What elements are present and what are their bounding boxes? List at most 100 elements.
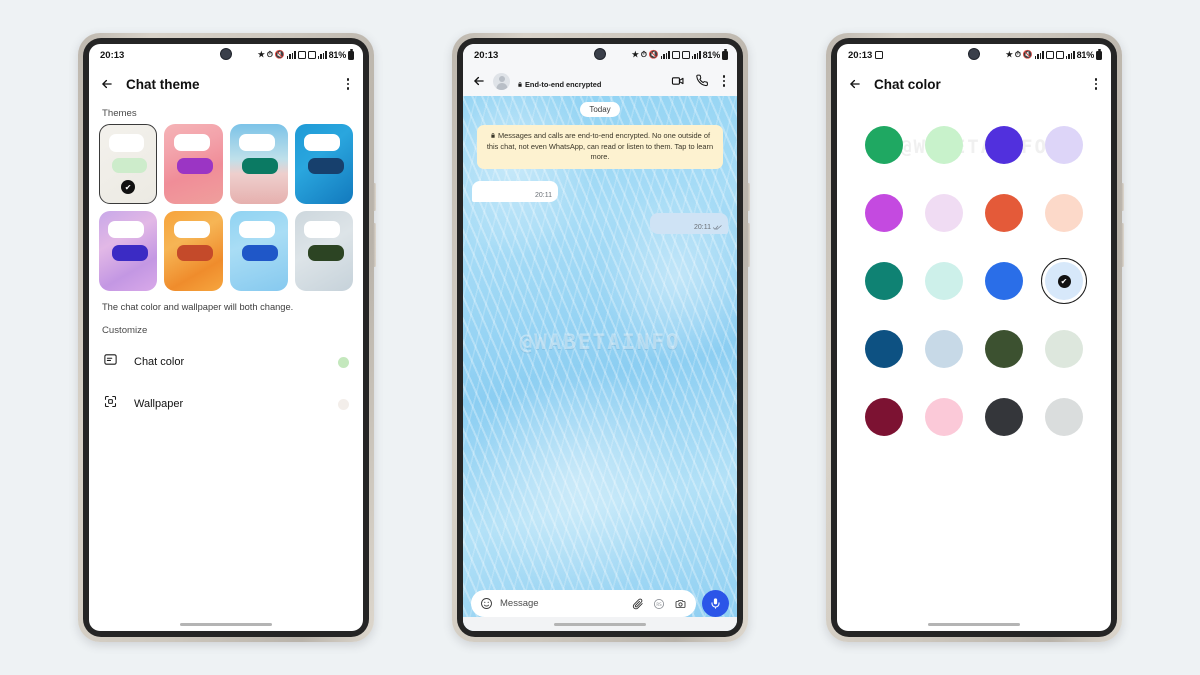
- back-arrow-icon[interactable]: [100, 77, 114, 91]
- color-cell: [914, 320, 974, 378]
- color-cell: [914, 252, 974, 310]
- color-cell: ✔: [1034, 252, 1094, 310]
- color-swatch-orchid-purple[interactable]: [865, 194, 903, 232]
- page-title: Chat theme: [126, 76, 200, 92]
- customize-section-label: Customize: [102, 325, 148, 336]
- color-swatch-navy-blue[interactable]: [865, 330, 903, 368]
- theme-tile[interactable]: [294, 124, 353, 204]
- color-swatch-wine-maroon[interactable]: [865, 398, 903, 436]
- color-cell: [974, 320, 1034, 378]
- theme-tile[interactable]: [229, 124, 288, 204]
- row-wallpaper-label: Wallpaper: [134, 398, 184, 410]
- status-time: 20:13: [474, 49, 499, 61]
- color-swatch-lavender-pale[interactable]: [1045, 126, 1083, 164]
- color-swatch-terracotta-red[interactable]: [985, 194, 1023, 232]
- theme-bubble-outgoing: [177, 244, 214, 261]
- camera-punch-hole: [220, 48, 232, 60]
- color-swatch-aqua-pale[interactable]: [925, 262, 963, 300]
- video-call-icon[interactable]: [671, 74, 685, 88]
- phone2-screen: 20:13 ★ ⏱ 🔇 81% End-to-end encrypted Tod…: [463, 44, 737, 631]
- battery-icon: [348, 49, 354, 60]
- color-cell: [914, 388, 974, 446]
- volume-button[interactable]: [373, 183, 376, 211]
- contact-avatar[interactable]: [493, 72, 510, 90]
- chat-color-swatch[interactable]: [338, 356, 349, 368]
- theme-bubble-outgoing: [111, 244, 148, 261]
- signal-bars-2-icon: [1065, 51, 1075, 59]
- sticker-icon[interactable]: RS: [653, 598, 665, 610]
- color-swatch-powder-blue[interactable]: [925, 330, 963, 368]
- more-options-icon[interactable]: [344, 76, 352, 91]
- color-swatch-lilac-pale[interactable]: [925, 194, 963, 232]
- message-input-pill[interactable]: Message RS: [471, 590, 696, 617]
- color-swatch-emerald-green[interactable]: [865, 126, 903, 164]
- back-arrow-icon[interactable]: [848, 77, 862, 91]
- more-options-icon[interactable]: [720, 73, 728, 88]
- power-button[interactable]: [373, 223, 376, 267]
- theme-tile[interactable]: [294, 211, 353, 291]
- color-swatch-sky-pale[interactable]: ✔: [1040, 257, 1088, 305]
- theme-bubble-outgoing: [177, 157, 214, 174]
- attachment-clip-icon[interactable]: [632, 598, 644, 610]
- alarm-icon: ⏱: [1014, 50, 1021, 59]
- microphone-icon: [711, 598, 720, 609]
- signal-bars-icon: [1034, 51, 1044, 59]
- color-swatch-charcoal-black[interactable]: [985, 398, 1023, 436]
- wallpaper-icon: [103, 394, 118, 414]
- chat-wallpaper-canvas: Today Messages and calls are end-to-end …: [463, 96, 737, 631]
- power-button[interactable]: [747, 223, 750, 267]
- color-swatch-forest-green[interactable]: [985, 330, 1023, 368]
- status-left: 20:13: [848, 50, 884, 61]
- power-button[interactable]: [1121, 223, 1124, 267]
- theme-tile[interactable]: [164, 211, 223, 291]
- status-right: ★ ⏱ 🔇 81%: [258, 49, 354, 60]
- page-title: Chat color: [874, 76, 941, 92]
- navigation-gesture-bar[interactable]: [180, 623, 272, 626]
- day-divider: Today: [580, 102, 620, 117]
- theme-tile[interactable]: [164, 124, 223, 204]
- back-arrow-icon[interactable]: [472, 74, 486, 88]
- message-bubble-outgoing[interactable]: 20:11: [650, 213, 728, 235]
- theme-bubble-incoming: [238, 133, 275, 152]
- color-swatch-blush-pink[interactable]: [925, 398, 963, 436]
- message-bubble-incoming[interactable]: 20:11: [472, 181, 558, 203]
- row-chat-color[interactable]: Chat color: [89, 341, 363, 383]
- theme-tile[interactable]: [229, 211, 288, 291]
- navigation-gesture-bar[interactable]: [928, 623, 1020, 626]
- phone-chat-theme: 20:13 ★ ⏱ 🔇 81% Chat theme Themes ✔ The …: [78, 33, 376, 642]
- theme-bubble-outgoing: [307, 244, 344, 261]
- theme-bubble-outgoing: [112, 157, 148, 174]
- color-swatch-peach-pale[interactable]: [1045, 194, 1083, 232]
- theme-bubble-outgoing: [307, 157, 344, 174]
- read-receipt-double-check-icon: [713, 225, 722, 230]
- status-right: ★ ⏱ 🔇 81%: [632, 49, 728, 60]
- screenshot-icon: [875, 51, 884, 59]
- color-swatch-sage-pale[interactable]: [1045, 330, 1083, 368]
- navigation-gesture-bar[interactable]: [554, 623, 646, 626]
- volume-button[interactable]: [747, 183, 750, 211]
- theme-tile[interactable]: ✔: [99, 124, 158, 204]
- volume-button[interactable]: [1121, 183, 1124, 211]
- wallpaper-swatch[interactable]: [338, 398, 349, 410]
- more-options-icon[interactable]: [1092, 76, 1100, 91]
- battery-icon: [1096, 49, 1102, 60]
- microphone-button[interactable]: [702, 590, 729, 617]
- star-icon: ★: [1005, 50, 1013, 59]
- voice-call-icon[interactable]: [695, 74, 709, 87]
- message-composer: Message RS: [471, 590, 729, 617]
- emoji-icon[interactable]: [480, 597, 493, 610]
- wifi-icon: [681, 51, 690, 59]
- color-swatch-light-gray[interactable]: [1045, 398, 1083, 436]
- status-right: ★ ⏱ 🔇 81%: [1005, 49, 1102, 60]
- encryption-notice[interactable]: Messages and calls are end-to-end encryp…: [477, 125, 723, 170]
- color-swatch-mint-pale[interactable]: [925, 126, 963, 164]
- color-swatch-indigo-violet[interactable]: [985, 126, 1023, 164]
- nfc-icon: [1045, 51, 1054, 59]
- row-wallpaper[interactable]: Wallpaper: [89, 383, 363, 425]
- status-left: 20:13: [474, 50, 498, 61]
- color-swatch-azure-blue[interactable]: [985, 262, 1023, 300]
- color-swatch-teal-deep[interactable]: [865, 262, 903, 300]
- camera-icon[interactable]: [674, 598, 687, 610]
- theme-selected-check-icon: ✔: [121, 180, 136, 195]
- theme-tile[interactable]: [99, 211, 158, 291]
